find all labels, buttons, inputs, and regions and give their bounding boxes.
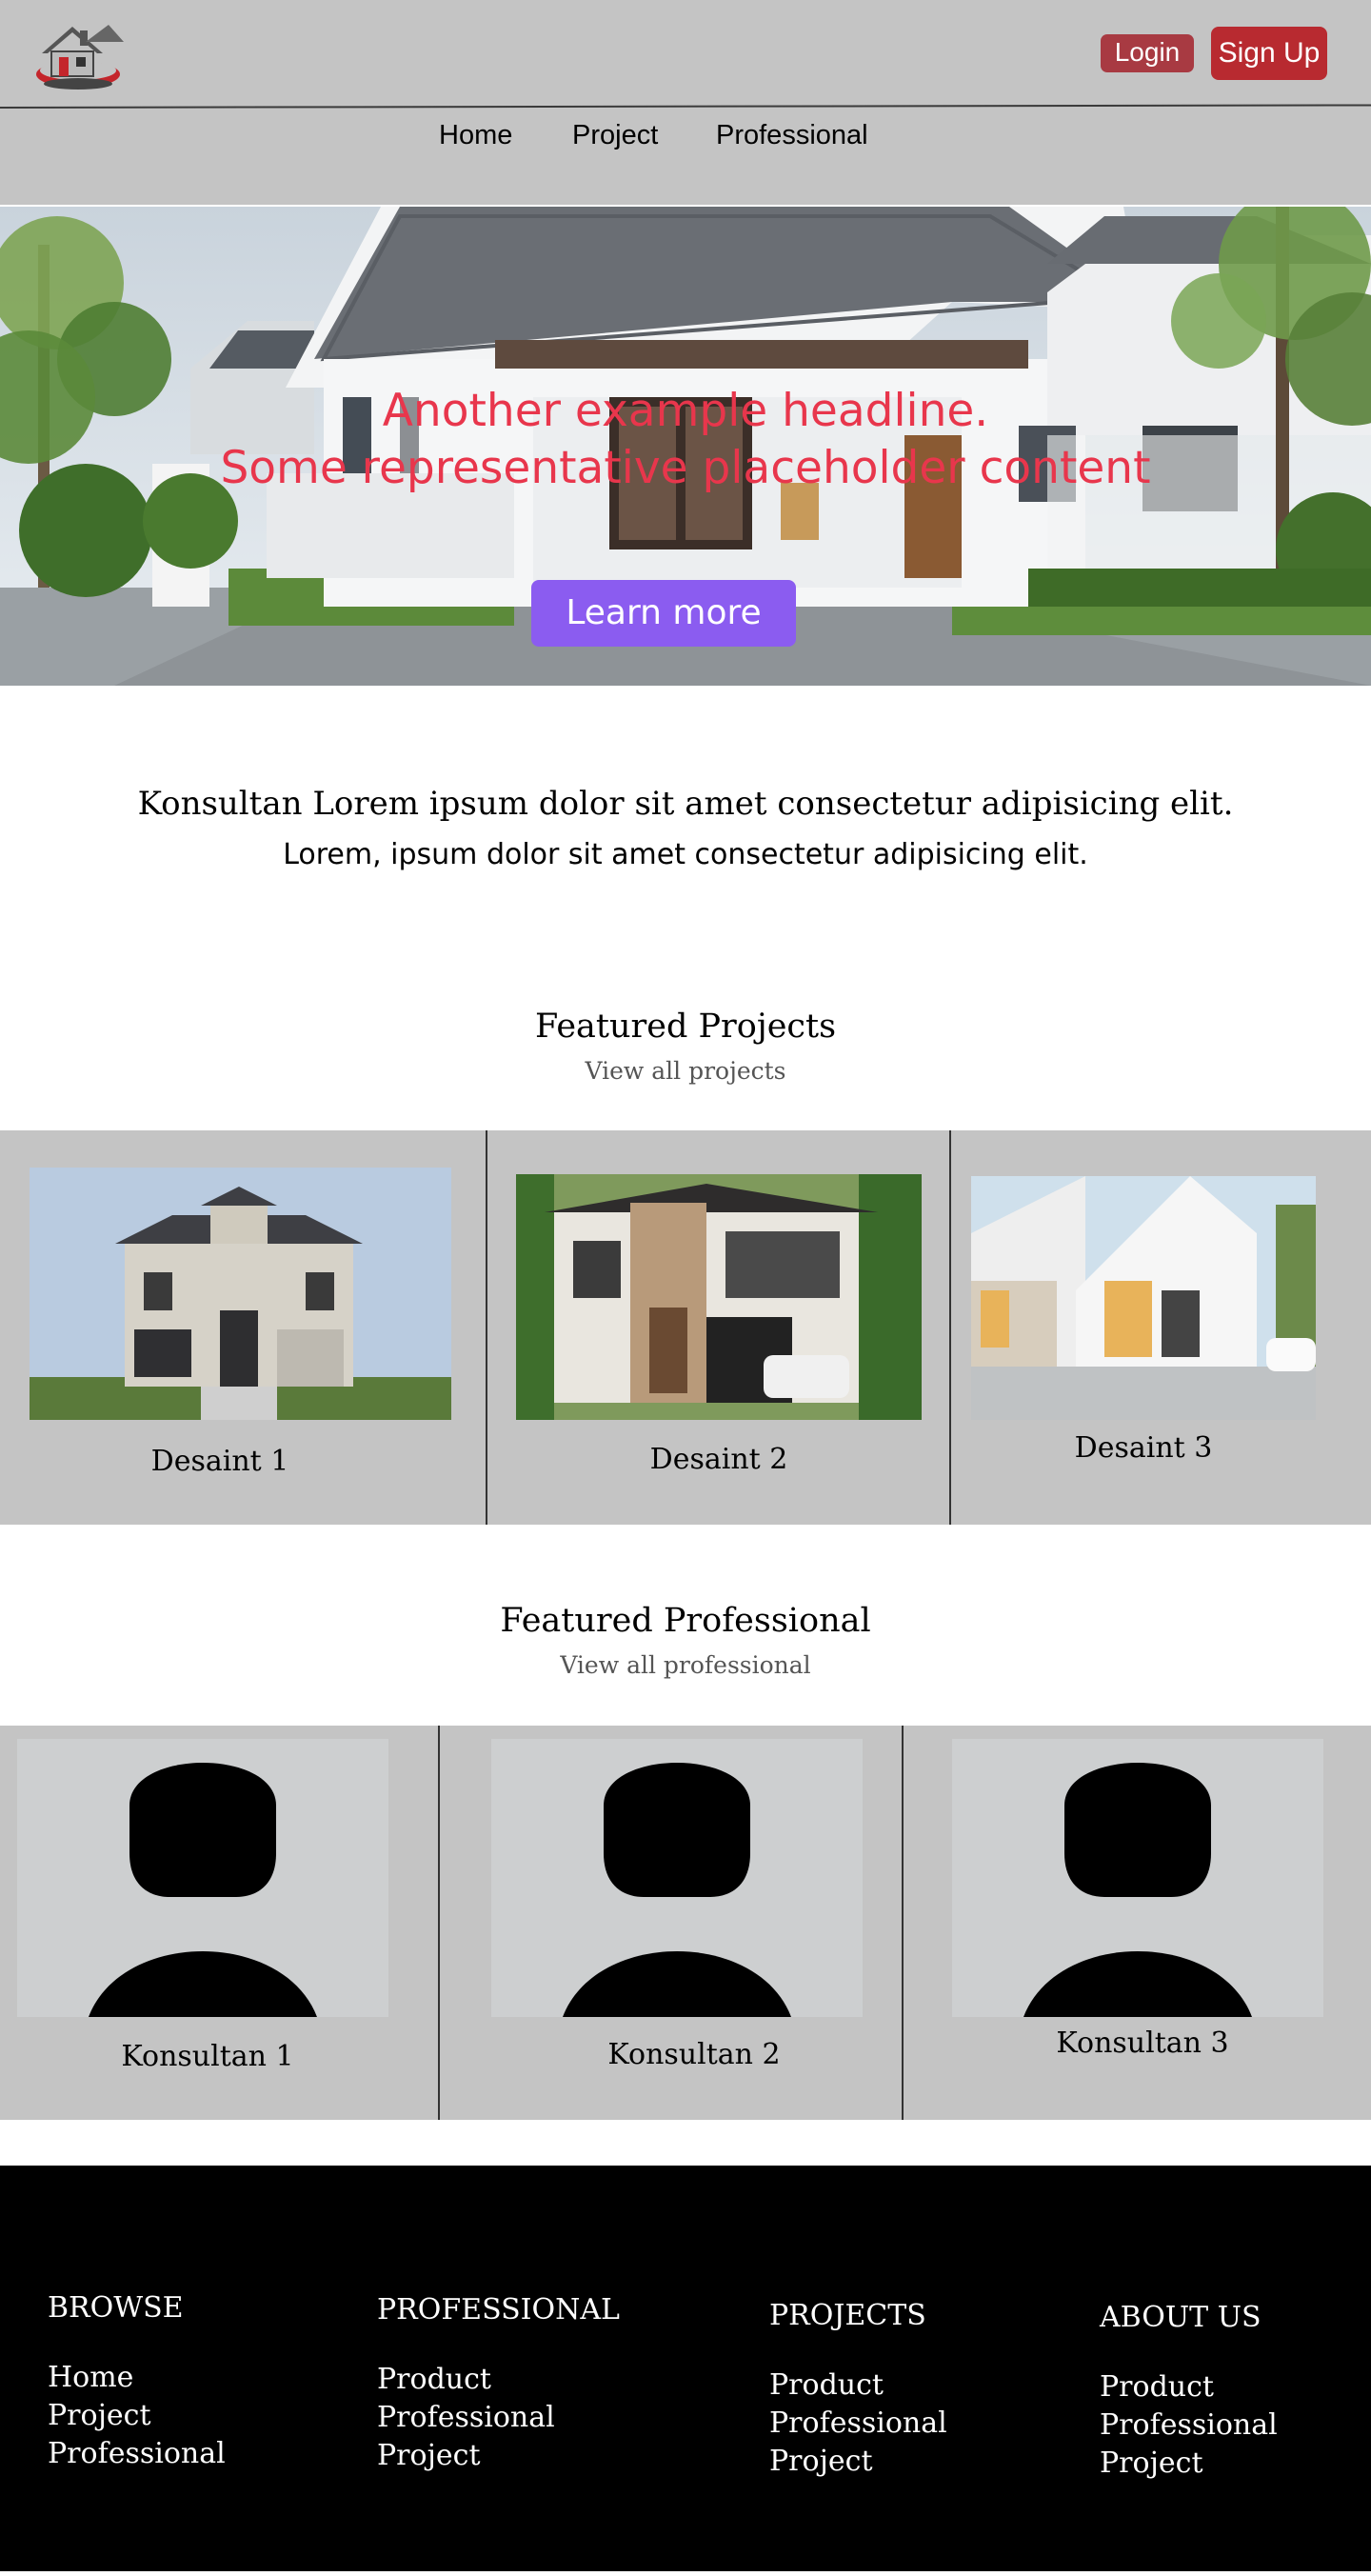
footer-link[interactable]: Project	[48, 2397, 226, 2435]
footer-col-browse: BROWSE Home Project Professional	[48, 2291, 226, 2473]
hero-banner: Another example headline. Some represent…	[0, 207, 1371, 686]
projects-band: Desaint 1 Desaint 2 Desaint 3	[0, 1130, 1371, 1525]
nav-professional[interactable]: Professional	[716, 114, 868, 156]
professional-label-3: Konsultan 3	[1056, 2027, 1229, 2060]
professional-label-2: Konsultan 2	[607, 2038, 781, 2071]
project-label-2: Desaint 2	[649, 1443, 788, 1476]
card-separator	[949, 1130, 951, 1525]
footer-col-professional: PROFESSIONAL Product Professional Projec…	[377, 2293, 620, 2475]
intro-title: Konsultan Lorem ipsum dolor sit amet con…	[137, 785, 1234, 823]
footer-link[interactable]: Professional	[1100, 2406, 1278, 2445]
person-silhouette-icon[interactable]	[491, 1739, 863, 2017]
footer-link[interactable]: Project	[377, 2437, 620, 2475]
footer-link[interactable]: Project	[769, 2443, 947, 2481]
card-separator	[438, 1726, 440, 2120]
card-separator	[486, 1130, 487, 1525]
footer-link[interactable]: Project	[1100, 2445, 1278, 2483]
project-image-3[interactable]	[971, 1176, 1316, 1420]
header-divider	[0, 104, 1371, 109]
card-separator	[902, 1726, 904, 2120]
footer-link[interactable]: Product	[1100, 2368, 1278, 2406]
person-silhouette-icon[interactable]	[952, 1739, 1323, 2017]
hero-headline-1: Another example headline.	[382, 385, 989, 437]
footer-link[interactable]: Product	[769, 2366, 947, 2405]
footer-col-about: ABOUT US Product Professional Project	[1100, 2301, 1278, 2483]
view-all-professional-link[interactable]: View all professional	[0, 1651, 1371, 1679]
professionals-band: Konsultan 1 Konsultan 2 Konsultan 3	[0, 1726, 1371, 2120]
site-header: Login Sign Up Home Project Professional	[0, 0, 1371, 205]
nav-project[interactable]: Project	[572, 114, 658, 156]
footer-col-projects: PROJECTS Product Professional Project	[769, 2299, 947, 2481]
view-all-projects-link[interactable]: View all projects	[0, 1057, 1371, 1085]
professional-label-1: Konsultan 1	[121, 2040, 294, 2073]
featured-professional-title: Featured Professional	[500, 1602, 871, 1640]
site-footer: BROWSE Home Project Professional PROFESS…	[0, 2166, 1371, 2571]
signup-button[interactable]: Sign Up	[1211, 27, 1327, 80]
footer-link[interactable]: Product	[377, 2361, 620, 2399]
footer-heading: PROFESSIONAL	[377, 2293, 620, 2326]
project-image-2[interactable]	[516, 1174, 922, 1420]
learn-more-button[interactable]: Learn more	[531, 580, 796, 647]
project-label-1: Desaint 1	[150, 1445, 289, 1478]
footer-heading: PROJECTS	[769, 2299, 926, 2332]
footer-heading: BROWSE	[48, 2291, 184, 2325]
main-nav: Home Project Professional	[0, 114, 1371, 156]
hero-headline-2: Some representative placeholder content	[220, 442, 1151, 494]
nav-home[interactable]: Home	[439, 114, 512, 156]
footer-link[interactable]: Professional	[377, 2399, 620, 2437]
person-silhouette-icon[interactable]	[17, 1739, 388, 2017]
footer-link[interactable]: Professional	[769, 2405, 947, 2443]
footer-heading: ABOUT US	[1100, 2301, 1262, 2334]
login-button[interactable]: Login	[1101, 34, 1194, 72]
featured-projects-title: Featured Projects	[534, 1008, 837, 1046]
project-image-1[interactable]	[30, 1168, 451, 1420]
intro-subtitle: Lorem, ipsum dolor sit amet consectetur …	[283, 838, 1088, 871]
project-label-3: Desaint 3	[1074, 1431, 1213, 1465]
footer-link[interactable]: Home	[48, 2359, 226, 2397]
house-logo-icon[interactable]	[29, 19, 131, 95]
footer-link[interactable]: Professional	[48, 2435, 226, 2473]
